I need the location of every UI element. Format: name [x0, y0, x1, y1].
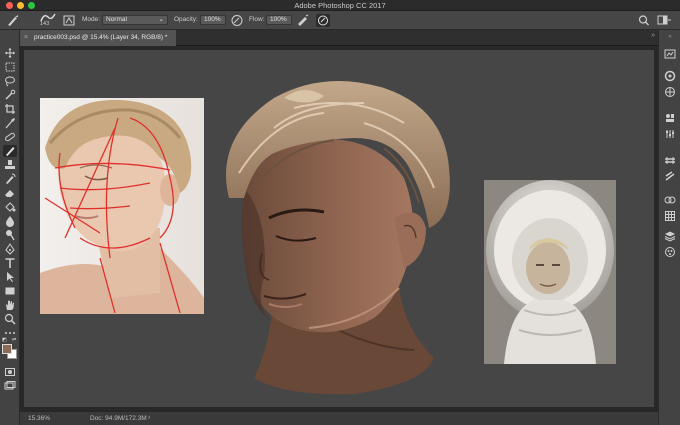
- status-bar: 15.36% Doc: 94.9M/172.3M ›: [20, 411, 658, 425]
- brush-icon: [3, 145, 17, 157]
- blur-tool[interactable]: [3, 215, 17, 227]
- eyedropper-tool[interactable]: [3, 117, 17, 129]
- dock-collapse-icon[interactable]: «: [659, 34, 680, 40]
- swatches-icon[interactable]: [664, 86, 676, 98]
- stamp-icon: [3, 159, 17, 171]
- screen-mode-icon: [3, 380, 17, 392]
- mode-label: Mode:: [82, 16, 101, 23]
- adjustments-icon[interactable]: [664, 112, 676, 124]
- flow-label: Flow:: [249, 16, 265, 23]
- path-select-tool[interactable]: [3, 271, 17, 283]
- history-brush-tool[interactable]: [3, 173, 17, 185]
- marquee-icon: [3, 61, 17, 73]
- stamp-tool[interactable]: [3, 159, 17, 171]
- lasso-tool[interactable]: [3, 75, 17, 87]
- quick-mask-button[interactable]: [3, 366, 17, 378]
- opacity-label: Opacity:: [174, 16, 198, 23]
- pen-icon: [3, 243, 17, 255]
- pressure-size-icon[interactable]: [316, 14, 330, 27]
- chevron-down-icon: ⌄: [158, 16, 164, 23]
- path-select-icon: [3, 271, 17, 283]
- pen-tool[interactable]: [3, 243, 17, 255]
- zoom-level-field[interactable]: 15.36%: [28, 415, 50, 422]
- screen-mode-button[interactable]: [3, 380, 17, 392]
- gradient-tool[interactable]: [3, 201, 17, 213]
- layers-icon[interactable]: [664, 230, 676, 242]
- eraser-tool[interactable]: [3, 187, 17, 199]
- quick-mask-icon: [3, 366, 17, 378]
- channels-icon[interactable]: [664, 194, 676, 206]
- libraries-icon[interactable]: [664, 154, 676, 166]
- rectangle-icon: [3, 285, 17, 297]
- title-bar: Adobe Photoshop CC 2017: [0, 0, 680, 11]
- default-colors-icon[interactable]: ◩: [2, 337, 7, 343]
- crop-icon: [3, 103, 17, 115]
- close-icon[interactable]: ×: [24, 30, 28, 45]
- flow-value: 100%: [270, 16, 287, 23]
- panel-dock: «: [658, 30, 680, 425]
- properties-icon[interactable]: [664, 128, 676, 140]
- rectangle-tool[interactable]: [3, 285, 17, 297]
- pressure-opacity-icon[interactable]: [230, 14, 244, 27]
- dodge-icon: [3, 229, 17, 241]
- mode-select[interactable]: Normal ⌄: [102, 15, 168, 25]
- airbrush-icon[interactable]: [296, 14, 310, 27]
- styles-icon[interactable]: [664, 246, 676, 258]
- mode-value: Normal: [106, 16, 127, 23]
- document-size-info: Doc: 94.9M/172.3M: [90, 415, 147, 422]
- move-tool[interactable]: [3, 47, 17, 59]
- reference-photo-left: [40, 98, 204, 314]
- move-icon: [3, 47, 17, 59]
- tools-panel: ◩ ⇄: [0, 30, 20, 425]
- quick-select-icon: [3, 89, 17, 101]
- brush-settings-toggle-icon[interactable]: [62, 14, 76, 27]
- canvas-area[interactable]: [20, 46, 658, 411]
- brush-tool[interactable]: [3, 145, 17, 157]
- foreground-color-swatch[interactable]: [2, 344, 12, 354]
- hand-tool[interactable]: [3, 299, 17, 311]
- eraser-icon: [3, 187, 17, 199]
- brush-size-value: 143: [40, 21, 50, 27]
- hand-icon: [3, 299, 17, 311]
- swap-colors-icon[interactable]: ⇄: [12, 337, 16, 343]
- history-brush-icon: [3, 173, 17, 185]
- history-icon[interactable]: [664, 48, 676, 60]
- type-icon: [3, 257, 17, 269]
- dodge-tool[interactable]: [3, 229, 17, 241]
- healing-tool[interactable]: [3, 131, 17, 143]
- zoom-icon: [3, 313, 17, 325]
- painted-portrait: [226, 80, 450, 395]
- gradient-icon: [3, 201, 17, 213]
- marquee-tool[interactable]: [3, 61, 17, 73]
- blur-icon: [3, 215, 17, 227]
- document-tab-bar: × practice003.psd @ 15.4% (Layer 34, RGB…: [20, 30, 658, 46]
- brushes-icon[interactable]: [664, 170, 676, 182]
- document-tab-label: practice003.psd @ 15.4% (Layer 34, RGB/8…: [34, 34, 168, 41]
- opacity-value: 100%: [204, 16, 221, 23]
- window-title: Adobe Photoshop CC 2017: [294, 1, 386, 10]
- collapse-panels-icon[interactable]: »: [651, 32, 655, 39]
- workspace-switcher-icon[interactable]: [656, 14, 671, 27]
- opacity-field[interactable]: 100%: [200, 15, 226, 25]
- grid-icon[interactable]: [664, 210, 676, 222]
- artboard[interactable]: [24, 50, 654, 407]
- brush-preset-picker[interactable]: 143: [38, 12, 58, 30]
- quick-select-tool[interactable]: [3, 89, 17, 101]
- flow-field[interactable]: 100%: [266, 15, 292, 25]
- zoom-tool[interactable]: [3, 313, 17, 325]
- brush-tool-icon[interactable]: [6, 14, 20, 27]
- type-tool[interactable]: [3, 257, 17, 269]
- document-tab[interactable]: × practice003.psd @ 15.4% (Layer 34, RGB…: [20, 30, 176, 46]
- lasso-icon: [3, 75, 17, 87]
- search-icon[interactable]: [637, 14, 651, 27]
- crop-tool[interactable]: [3, 103, 17, 115]
- options-bar: 143 Mode: Normal ⌄ Opacity: 100% Flow: 1…: [0, 11, 680, 30]
- color-swatches[interactable]: ◩ ⇄: [2, 337, 18, 359]
- status-menu-arrow-icon[interactable]: ›: [148, 414, 150, 421]
- eyedropper-icon: [3, 117, 17, 129]
- reference-photo-right: [484, 180, 616, 364]
- color-icon[interactable]: [664, 70, 676, 82]
- healing-icon: [3, 131, 17, 143]
